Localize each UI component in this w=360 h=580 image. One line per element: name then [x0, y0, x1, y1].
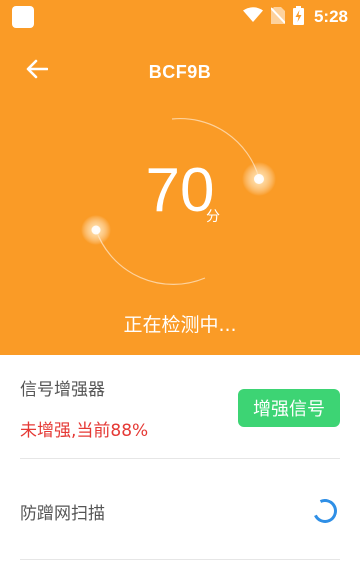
signal-booster-row: 信号增强器 未增强,当前88% 增强信号	[0, 355, 360, 458]
status-icons: 5:28	[242, 0, 348, 34]
loading-spinner-icon	[309, 495, 341, 527]
header-panel: 5:28 BCF9B 70 分 正在检测中...	[0, 0, 360, 355]
divider	[20, 559, 340, 560]
scan-status-text: 正在检测中...	[123, 314, 237, 336]
anti-leech-scan-label: 防蹭网扫描	[20, 504, 105, 524]
no-sim-icon	[270, 6, 286, 28]
score-display: 70 分	[0, 160, 360, 226]
signal-booster-status: 未增强,当前88%	[20, 421, 149, 441]
app-notification-icon	[12, 6, 34, 28]
boost-signal-button[interactable]: 增强信号	[238, 389, 340, 427]
score-unit: 分	[206, 209, 220, 225]
device-title: BCF9B	[148, 62, 212, 82]
anti-leech-scan-row[interactable]: 防蹭网扫描	[0, 459, 360, 559]
status-time: 5:28	[313, 7, 348, 26]
gauge-arc-lower	[95, 229, 206, 285]
battery-charging-icon	[292, 5, 304, 29]
score-value: 70	[145, 156, 215, 225]
status-bar: 5:28	[0, 0, 360, 34]
signal-booster-label: 信号增强器	[20, 380, 105, 400]
wifi-icon	[242, 7, 263, 27]
